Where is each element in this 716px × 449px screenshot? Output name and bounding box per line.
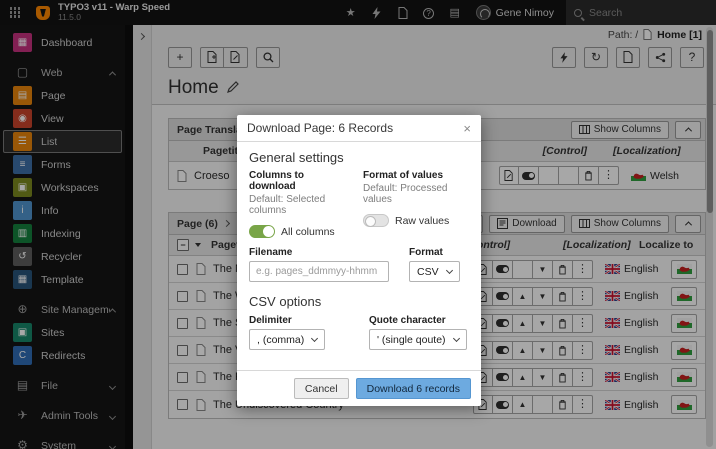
format-of-values-label: Format of values [363,170,469,181]
chevron-down-icon [311,335,318,342]
format-label: Format [409,247,469,258]
raw-values-label: Raw values [395,215,449,227]
columns-default-text: Default: Selected columns [249,194,353,216]
csv-options-heading: CSV options [249,294,469,309]
format-select[interactable]: CSV [409,261,460,282]
modal-title: Download Page: 6 Records [247,121,393,135]
filename-label: Filename [249,247,399,258]
filename-input[interactable] [249,261,389,282]
close-icon[interactable]: × [463,122,471,135]
chevron-down-icon [453,335,460,342]
modal-footer: Cancel Download 6 records [237,370,481,406]
cancel-button[interactable]: Cancel [294,378,349,399]
quote-character-select[interactable]: ' (single qoute) [369,329,467,350]
quote-character-label: Quote character [369,315,469,326]
download-records-button[interactable]: Download 6 records [356,378,471,399]
delimiter-select[interactable]: , (comma) [249,329,325,350]
chevron-down-icon [446,267,453,274]
modal-body: General settings Columns to download Def… [237,142,481,358]
modal-header: Download Page: 6 Records × [237,115,481,142]
download-modal: Download Page: 6 Records × General setti… [237,115,481,406]
delimiter-label: Delimiter [249,315,369,326]
format-default-text: Default: Processed values [363,183,469,205]
columns-to-download-label: Columns to download [249,170,353,192]
raw-values-toggle[interactable] [363,214,389,227]
general-settings-heading: General settings [249,150,469,165]
all-columns-toggle[interactable] [249,225,275,238]
all-columns-label: All columns [281,226,335,238]
